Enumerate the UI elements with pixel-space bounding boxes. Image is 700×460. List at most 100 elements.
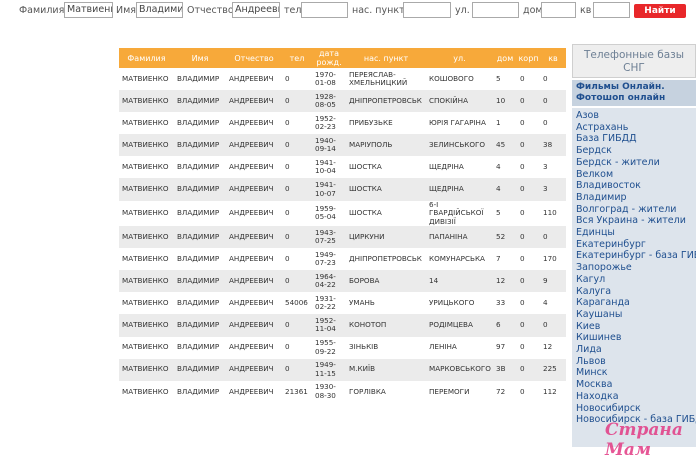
col-header-firstname[interactable]: Имя	[174, 48, 226, 68]
sidebar-city-link[interactable]: Волгоград - жители	[576, 204, 696, 216]
house-input[interactable]	[541, 2, 576, 18]
cell-phone: 0	[282, 90, 312, 113]
cell-city: БОРОВА	[346, 270, 426, 293]
sidebar-city-link[interactable]: Находка	[576, 391, 696, 403]
sidebar-city-link[interactable]: Лида	[576, 344, 696, 356]
cell-lastname: МАТВИЕНКО	[119, 292, 174, 315]
search-button[interactable]: Найти	[634, 4, 686, 18]
sidebar-city-link[interactable]: Велком	[576, 169, 696, 181]
cell-lastname: МАТВИЕНКО	[119, 226, 174, 249]
cell-street: ЮРІЯ ГАГАРІНА	[426, 112, 493, 135]
cell-patronymic: АНДРЕЕВИЧ	[226, 270, 282, 293]
cell-building: 0	[517, 156, 540, 179]
col-header-apartment[interactable]: кв	[540, 48, 566, 68]
sidebar-title: Телефонные базы СНГ	[572, 44, 696, 78]
cell-house: 6	[493, 314, 517, 337]
cell-building: 0	[517, 178, 540, 201]
cell-firstname: ВЛАДИМИР	[174, 270, 226, 293]
firstname-input[interactable]: Владимир	[136, 2, 183, 18]
sidebar-city-link[interactable]: Минск	[576, 367, 696, 379]
sidebar-city-link[interactable]: Астрахань	[576, 122, 696, 134]
cell-city: ЦИРКУНИ	[346, 226, 426, 249]
cell-firstname: ВЛАДИМИР	[174, 336, 226, 359]
cell-phone: 0	[282, 134, 312, 157]
sidebar-city-link[interactable]: Караганда	[576, 297, 696, 309]
street-input[interactable]	[472, 2, 519, 18]
cell-building: 0	[517, 90, 540, 113]
cell-building: 0	[517, 358, 540, 381]
sidebar-city-link[interactable]: Владимир	[576, 192, 696, 204]
col-header-city[interactable]: нас. пункт	[346, 48, 426, 68]
cell-lastname: МАТВИЕНКО	[119, 270, 174, 293]
sidebar-city-link[interactable]: Единцы	[576, 227, 696, 239]
col-header-house[interactable]: дом	[493, 48, 517, 68]
patronymic-input[interactable]: Андреевич	[232, 2, 280, 18]
city-label: нас. пункт	[352, 5, 405, 16]
cell-city: ГОРЛІВКА	[346, 380, 426, 403]
sidebar-city-link[interactable]: Запорожье	[576, 262, 696, 274]
cell-birthdate: 1928-08-05	[312, 90, 346, 113]
sidebar-city-link[interactable]: Новосибирск	[576, 403, 696, 415]
cell-patronymic: АНДРЕЕВИЧ	[226, 248, 282, 271]
promo-link[interactable]: Фильмы Онлайн. Фотошоп онлайн	[572, 80, 696, 106]
col-header-birthdate[interactable]: дата рожд.	[312, 48, 346, 68]
cell-city: ПРИБУЗЬКЕ	[346, 112, 426, 135]
cell-firstname: ВЛАДИМИР	[174, 68, 226, 91]
cell-house: 7	[493, 248, 517, 271]
cell-lastname: МАТВИЕНКО	[119, 358, 174, 381]
col-header-street[interactable]: ул.	[426, 48, 493, 68]
cell-birthdate: 1940-09-14	[312, 134, 346, 157]
sidebar-city-link[interactable]: Каушаны	[576, 309, 696, 321]
col-header-phone[interactable]: тел	[282, 48, 312, 68]
sidebar-city-link[interactable]: Екатеринбург	[576, 239, 696, 251]
city-input[interactable]	[403, 2, 451, 18]
apartment-input[interactable]	[593, 2, 630, 18]
cell-firstname: ВЛАДИМИР	[174, 358, 226, 381]
col-header-lastname[interactable]: Фамилия	[119, 48, 174, 68]
sidebar-city-link[interactable]: Кишинев	[576, 332, 696, 344]
table-header-row: Фамилия Имя Отчество тел дата рожд. нас.…	[119, 48, 566, 68]
cell-apartment: 0	[540, 68, 566, 91]
sidebar-city-link[interactable]: Бердск - жители	[576, 157, 696, 169]
cell-house: 45	[493, 134, 517, 157]
cell-building: 0	[517, 226, 540, 249]
sidebar-city-link[interactable]: Киев	[576, 321, 696, 333]
sidebar-city-link[interactable]: Москва	[576, 379, 696, 391]
cell-firstname: ВЛАДИМИР	[174, 380, 226, 403]
sidebar-city-link[interactable]: Бердск	[576, 145, 696, 157]
sidebar-city-link[interactable]: Екатеринбург - база ГИБДД	[576, 250, 696, 262]
cell-firstname: ВЛАДИМИР	[174, 226, 226, 249]
phone-input[interactable]	[301, 2, 348, 18]
cell-building: 0	[517, 68, 540, 91]
cell-firstname: ВЛАДИМИР	[174, 134, 226, 157]
cell-street: ЩЕДРІНА	[426, 156, 493, 179]
lastname-input[interactable]: Матвиенко	[64, 2, 113, 18]
table-row: МАТВИЕНКО ВЛАДИМИР АНДРЕЕВИЧ 0 1955-09-22 ЗІН…	[119, 336, 566, 359]
cell-patronymic: АНДРЕЕВИЧ	[226, 68, 282, 91]
cell-firstname: ВЛАДИМИР	[174, 200, 226, 227]
cell-birthdate: 1959-05-04	[312, 200, 346, 227]
sidebar-city-link[interactable]: База ГИБДД	[576, 133, 696, 145]
sidebar-city-link[interactable]: Львов	[576, 356, 696, 368]
cell-building: 0	[517, 336, 540, 359]
cell-building: 0	[517, 380, 540, 403]
cell-lastname: МАТВИЕНКО	[119, 156, 174, 179]
sidebar-city-link[interactable]: Азов	[576, 110, 696, 122]
sidebar-city-link[interactable]: Кагул	[576, 274, 696, 286]
cell-city: ДНІПРОПЕТРОВСЬК	[346, 248, 426, 271]
sidebar-city-link[interactable]: Калуга	[576, 286, 696, 298]
cell-building: 0	[517, 112, 540, 135]
cell-street: РОДІМЦЕВА	[426, 314, 493, 337]
phone-label: тел	[284, 5, 302, 16]
sidebar-city-link[interactable]: Владивосток	[576, 180, 696, 192]
cell-city: ШОСТКА	[346, 178, 426, 201]
lastname-label: Фамилия	[19, 5, 65, 16]
sidebar-city-link[interactable]: Вся Украина - жители	[576, 215, 696, 227]
cell-house: 5	[493, 200, 517, 227]
col-header-patronymic[interactable]: Отчество	[226, 48, 282, 68]
cell-phone: 0	[282, 270, 312, 293]
cell-birthdate: 1941-10-07	[312, 178, 346, 201]
col-header-building[interactable]: корп	[517, 48, 540, 68]
apartment-label: кв	[580, 5, 592, 16]
cell-apartment: 0	[540, 90, 566, 113]
